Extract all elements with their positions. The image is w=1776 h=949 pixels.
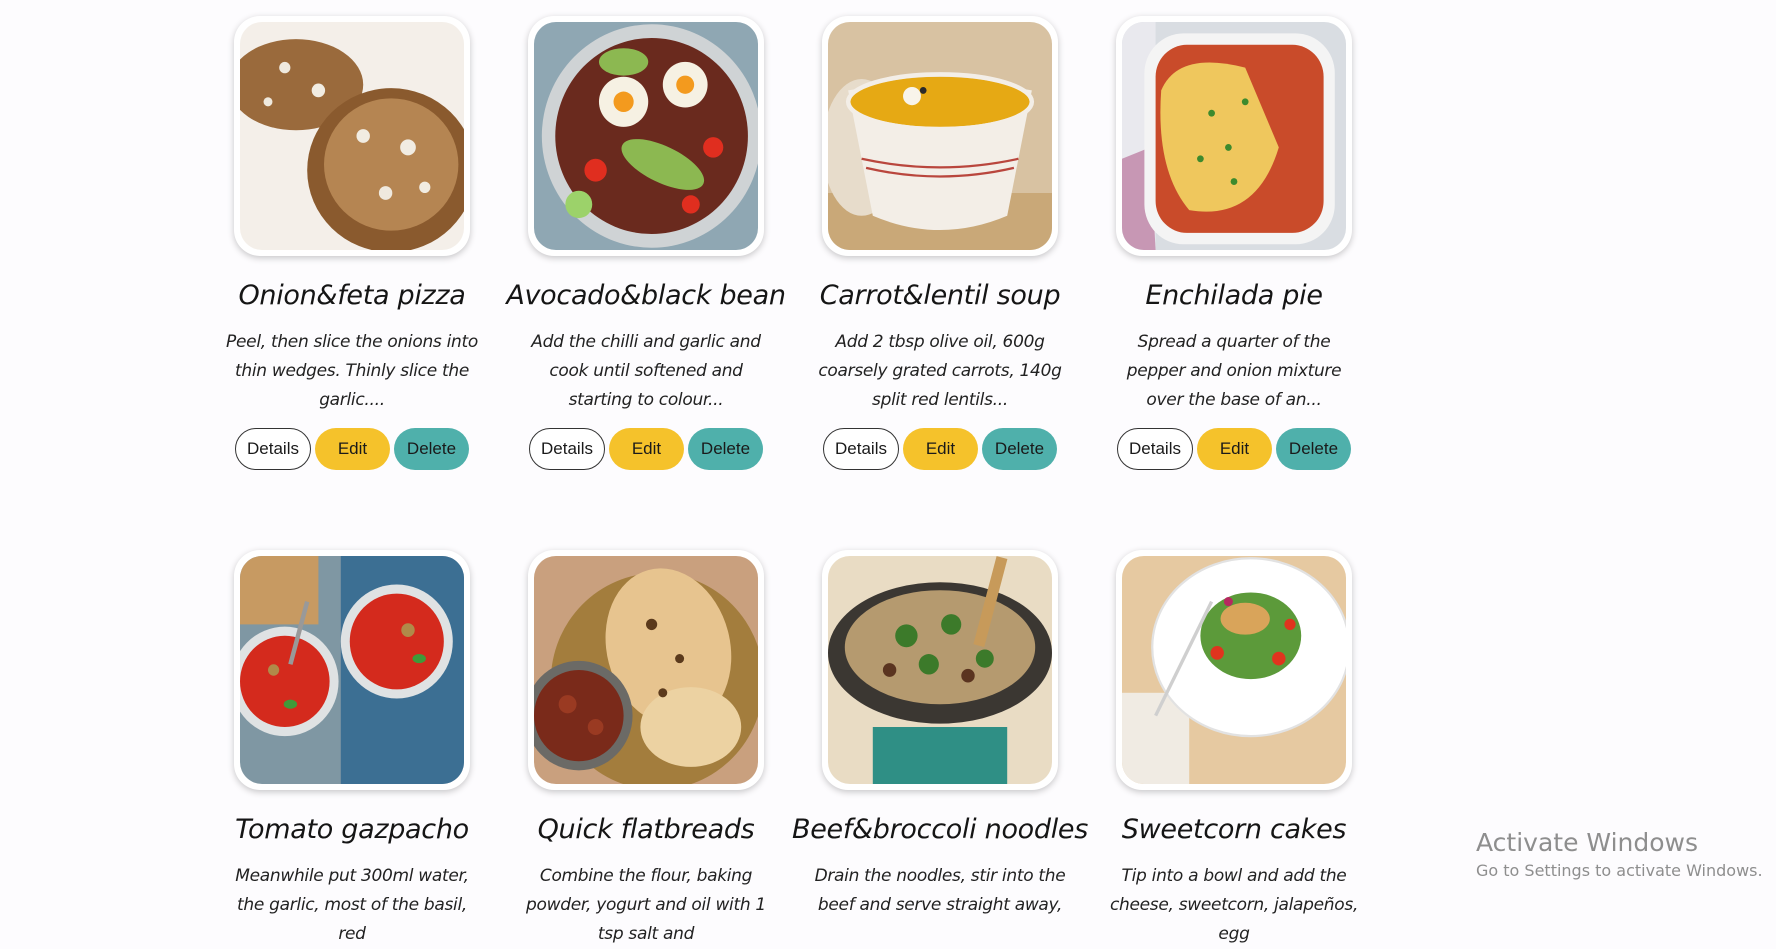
recipe-description: Add 2 tbsp olive oil, 600g coarsely grat… xyxy=(818,332,1062,410)
delete-button[interactable]: Delete xyxy=(394,428,469,470)
recipe-title: Beef&broccoli noodles xyxy=(791,814,1089,845)
activate-windows-watermark: Activate Windows Go to Settings to activ… xyxy=(1476,828,1763,882)
recipe-photo-frame xyxy=(822,16,1058,256)
edit-button[interactable]: Edit xyxy=(1197,428,1272,470)
details-button[interactable]: Details xyxy=(823,428,899,470)
recipe-title: Onion&feta pizza xyxy=(238,280,466,311)
delete-button[interactable]: Delete xyxy=(688,428,763,470)
recipe-photo-frame xyxy=(234,550,470,790)
recipe-actions: Details Edit Delete xyxy=(486,428,806,470)
sweetcorn-cakes-photo xyxy=(1122,556,1346,784)
recipe-title: Enchilada pie xyxy=(1145,280,1323,311)
beef-broccoli-noodles-photo xyxy=(828,556,1052,784)
delete-button[interactable]: Delete xyxy=(1276,428,1351,470)
recipe-card: Enchilada pie Spread a quarter of the pe… xyxy=(1074,16,1394,470)
recipe-photo-frame xyxy=(528,550,764,790)
recipe-description: Peel, then slice the onions into thin we… xyxy=(226,332,478,410)
recipe-actions: Details Edit Delete xyxy=(780,428,1100,470)
tomato-gazpacho-photo xyxy=(240,556,464,784)
recipe-card: Sweetcorn cakes Tip into a bowl and add … xyxy=(1074,550,1394,949)
watermark-subtitle: Go to Settings to activate Windows. xyxy=(1476,861,1763,880)
delete-button[interactable]: Delete xyxy=(982,428,1057,470)
recipe-description: Drain the noodles, stir into the beef an… xyxy=(814,866,1066,915)
recipe-photo-frame xyxy=(1116,16,1352,256)
avocado-black-bean-photo xyxy=(534,22,758,250)
edit-button[interactable]: Edit xyxy=(609,428,684,470)
recipe-card: Onion&feta pizza Peel, then slice the on… xyxy=(192,16,512,470)
recipe-description: Tip into a bowl and add the cheese, swee… xyxy=(1109,866,1359,944)
recipe-actions: Details Edit Delete xyxy=(192,428,512,470)
details-button[interactable]: Details xyxy=(1117,428,1193,470)
edit-button[interactable]: Edit xyxy=(315,428,390,470)
enchilada-pie-photo xyxy=(1122,22,1346,250)
recipe-card: Carrot&lentil soup Add 2 tbsp olive oil,… xyxy=(780,16,1100,470)
recipe-card: Tomato gazpacho Meanwhile put 300ml wate… xyxy=(192,550,512,949)
quick-flatbreads-photo xyxy=(534,556,758,784)
recipe-photo-frame xyxy=(528,16,764,256)
recipe-title: Sweetcorn cakes xyxy=(1121,814,1347,845)
recipe-title: Quick flatbreads xyxy=(537,814,755,845)
recipe-description: Meanwhile put 300ml water, the garlic, m… xyxy=(235,866,469,944)
recipe-title: Carrot&lentil soup xyxy=(819,280,1061,311)
details-button[interactable]: Details xyxy=(529,428,605,470)
onion-feta-pizza-photo xyxy=(240,22,464,250)
recipe-description: Spread a quarter of the pepper and onion… xyxy=(1126,332,1342,410)
recipe-photo-frame xyxy=(234,16,470,256)
recipe-card: Beef&broccoli noodles Drain the noodles,… xyxy=(780,550,1100,920)
recipe-description: Add the chilli and garlic and cook until… xyxy=(531,332,761,410)
recipe-actions: Details Edit Delete xyxy=(1074,428,1394,470)
recipe-grid: Onion&feta pizza Peel, then slice the on… xyxy=(0,0,1776,944)
recipe-title: Avocado&black bean xyxy=(506,280,786,311)
recipe-card: Quick flatbreads Combine the flour, baki… xyxy=(486,550,806,949)
recipe-description: Combine the flour, baking powder, yogurt… xyxy=(526,866,766,944)
watermark-title: Activate Windows xyxy=(1476,828,1698,857)
edit-button[interactable]: Edit xyxy=(903,428,978,470)
recipe-title: Tomato gazpacho xyxy=(235,814,469,845)
recipe-photo-frame xyxy=(1116,550,1352,790)
details-button[interactable]: Details xyxy=(235,428,311,470)
recipe-card: Avocado&black bean Add the chilli and ga… xyxy=(486,16,806,470)
recipe-photo-frame xyxy=(822,550,1058,790)
carrot-lentil-soup-photo xyxy=(828,22,1052,250)
